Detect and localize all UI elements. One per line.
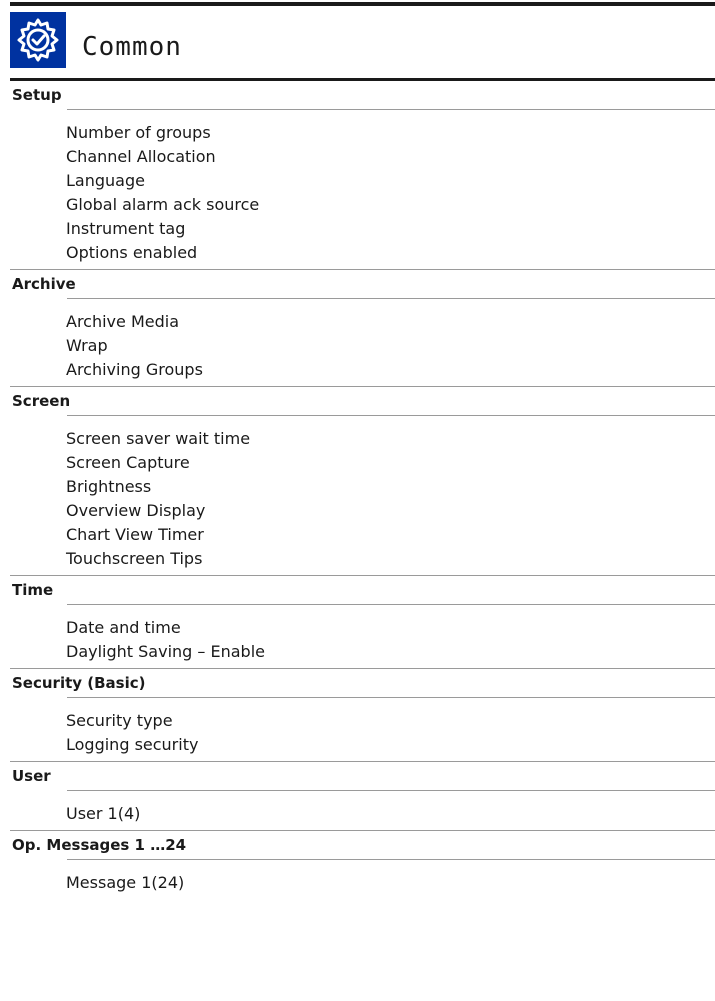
menu-item[interactable]: Overview Display bbox=[66, 499, 715, 523]
menu-item[interactable]: Instrument tag bbox=[66, 217, 715, 241]
section-setup: Setup Number of groups Channel Allocation L… bbox=[10, 81, 715, 270]
menu-item[interactable]: Security type bbox=[66, 709, 715, 733]
section-user: User User 1(4) bbox=[10, 762, 715, 831]
section-op-messages-1-24: Op. Messages 1 …24 Message 1(24) bbox=[10, 831, 715, 899]
gear-check-icon bbox=[10, 12, 66, 68]
menu-item[interactable]: Brightness bbox=[66, 475, 715, 499]
section-title: User bbox=[12, 767, 51, 785]
menu-item[interactable]: Wrap bbox=[66, 334, 715, 358]
menu-item[interactable]: User 1(4) bbox=[66, 802, 715, 826]
menu-item-list: Number of groups Channel Allocation Langua… bbox=[10, 110, 715, 269]
menu-item[interactable]: Logging security bbox=[66, 733, 715, 757]
section-archive: Archive Archive Media Wrap Archiving Groups bbox=[10, 270, 715, 387]
section-title: Archive bbox=[12, 275, 76, 293]
menu-item[interactable]: Options enabled bbox=[66, 241, 715, 265]
menu-item-list: Security type Logging security bbox=[10, 698, 715, 761]
page-title: Common bbox=[82, 32, 182, 62]
top-rule bbox=[10, 2, 715, 6]
section-title: Op. Messages 1 …24 bbox=[12, 836, 187, 854]
section-title: Screen bbox=[12, 392, 71, 410]
menu-item[interactable]: Number of groups bbox=[66, 121, 715, 145]
menu-item[interactable]: Language bbox=[66, 169, 715, 193]
menu-item[interactable]: Date and time bbox=[66, 616, 715, 640]
menu-item[interactable]: Screen saver wait time bbox=[66, 427, 715, 451]
menu-sections: Setup Number of groups Channel Allocation L… bbox=[10, 81, 715, 899]
menu-item[interactable]: Message 1(24) bbox=[66, 871, 715, 895]
menu-item-list: User 1(4) bbox=[10, 791, 715, 830]
menu-item[interactable]: Archive Media bbox=[66, 310, 715, 334]
section-title: Time bbox=[12, 581, 54, 599]
section-screen: Screen Screen saver wait time Screen Captu… bbox=[10, 387, 715, 576]
section-time: Time Date and time Daylight Saving – Enabl… bbox=[10, 576, 715, 669]
menu-item-list: Date and time Daylight Saving – Enable bbox=[10, 605, 715, 668]
page-header: Common bbox=[10, 12, 715, 78]
menu-item[interactable]: Global alarm ack source bbox=[66, 193, 715, 217]
menu-item-list: Archive Media Wrap Archiving Groups bbox=[10, 299, 715, 386]
menu-item-list: Message 1(24) bbox=[10, 860, 715, 899]
section-security-basic: Security (Basic) Security type Logging sec… bbox=[10, 669, 715, 762]
menu-item[interactable]: Channel Allocation bbox=[66, 145, 715, 169]
menu-item-list: Screen saver wait time Screen Capture Brig… bbox=[10, 416, 715, 575]
section-title: Setup bbox=[12, 86, 62, 104]
menu-item[interactable]: Daylight Saving – Enable bbox=[66, 640, 715, 664]
menu-item[interactable]: Screen Capture bbox=[66, 451, 715, 475]
menu-item[interactable]: Chart View Timer bbox=[66, 523, 715, 547]
menu-item[interactable]: Touchscreen Tips bbox=[66, 547, 715, 571]
section-title: Security (Basic) bbox=[12, 674, 146, 692]
menu-item[interactable]: Archiving Groups bbox=[66, 358, 715, 382]
